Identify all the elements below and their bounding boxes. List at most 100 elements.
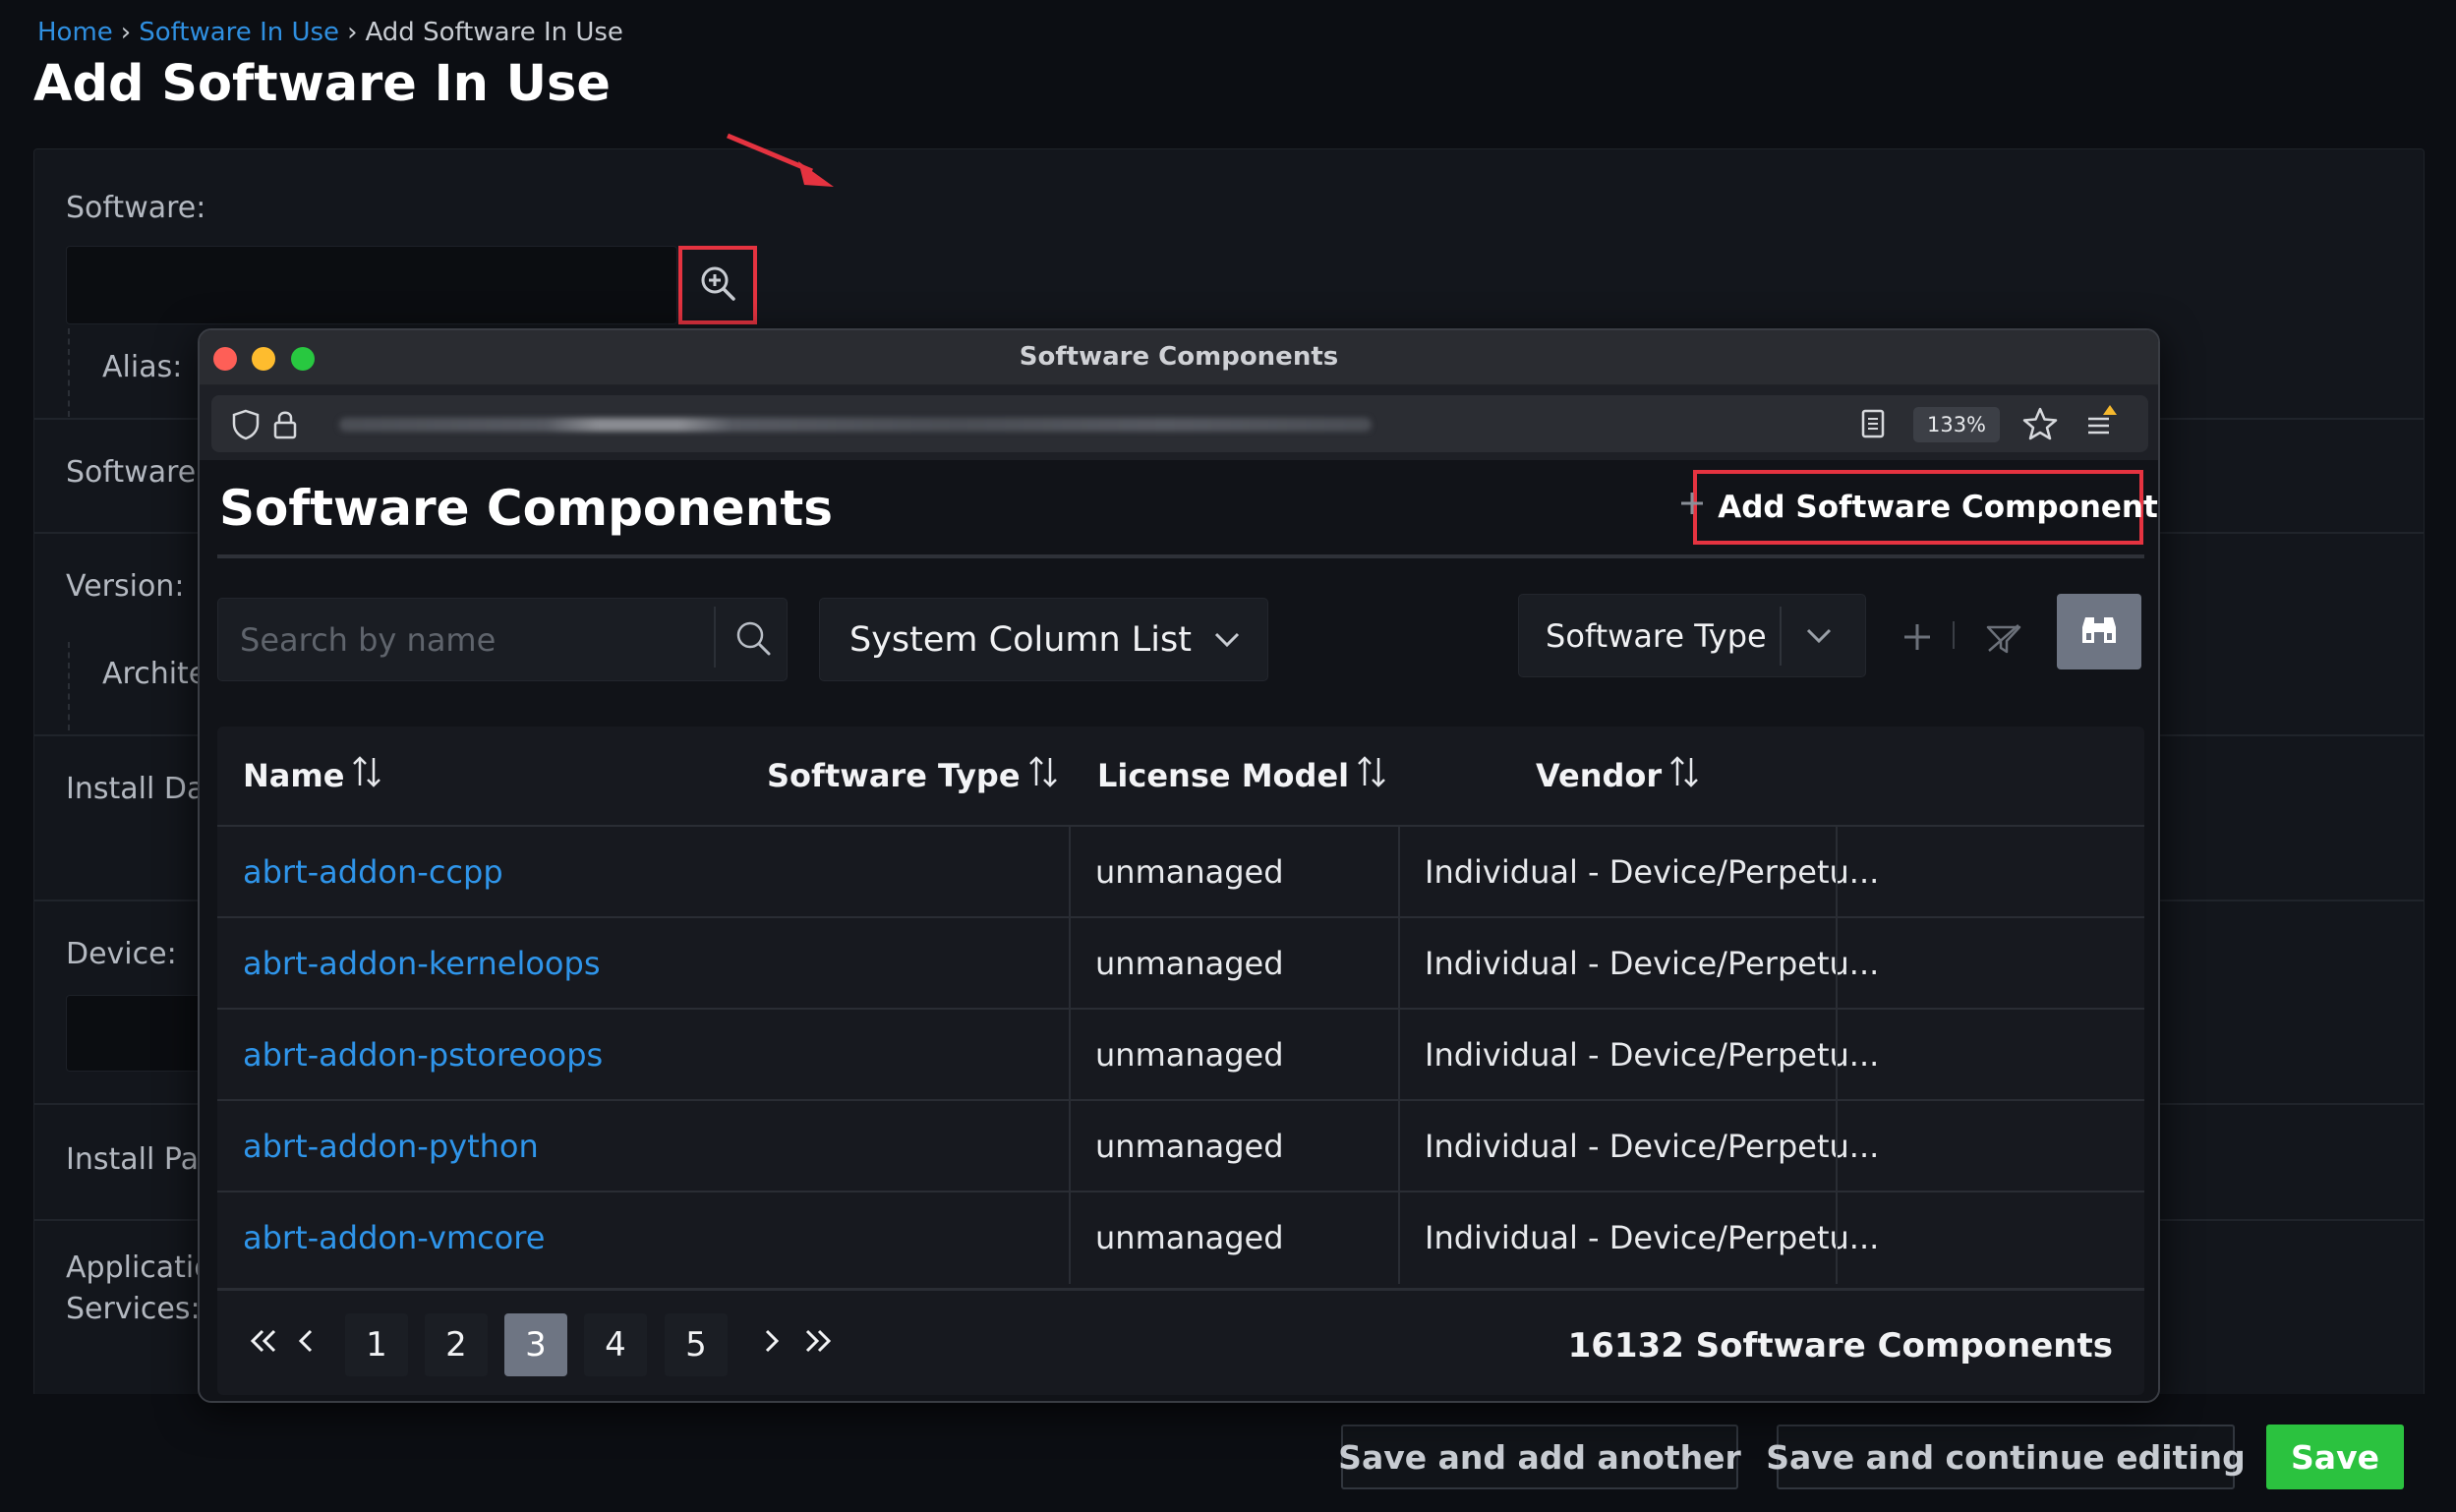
add-software-component-button[interactable]: Add Software Component xyxy=(1681,470,2158,545)
zoom-level-badge[interactable]: 133% xyxy=(1913,407,2000,442)
page-button[interactable]: 1 xyxy=(345,1313,408,1376)
software-type-filter[interactable]: Software Type xyxy=(1518,594,1866,677)
component-link[interactable]: abrt-addon-pstoreoops xyxy=(243,1036,603,1074)
sort-icon[interactable] xyxy=(1355,754,1388,797)
architecture-indent-line xyxy=(68,642,70,730)
column-header-name[interactable]: Name xyxy=(243,727,383,825)
component-link[interactable]: abrt-addon-kerneloops xyxy=(243,945,600,982)
save-and-continue-button[interactable]: Save and continue editing xyxy=(1766,1425,2246,1489)
bookmark-star-icon[interactable] xyxy=(2022,407,2058,440)
component-link[interactable]: abrt-addon-vmcore xyxy=(243,1219,545,1256)
software-secondary-label: Software xyxy=(66,455,197,490)
popup-content: Software Components Add Software Compone… xyxy=(200,460,2158,1401)
double-chevron-left-icon xyxy=(247,1325,280,1365)
search-icon xyxy=(733,618,773,662)
pointer-arrow-icon xyxy=(727,133,834,187)
address-bar[interactable]: 133% xyxy=(211,395,2148,452)
sort-icon[interactable] xyxy=(350,754,383,797)
page-title: Add Software In Use xyxy=(33,55,611,113)
pagination: 1 2 3 4 5 16132 Software Components xyxy=(217,1288,2144,1395)
prev-page-button[interactable] xyxy=(282,1313,331,1376)
name-cell: abrt-addon-ccpp xyxy=(217,827,503,916)
license-model-cell: Individual - Device/Perpetu... xyxy=(1425,1035,1880,1074)
software-components-popup: Software Components 133% Software Compon… xyxy=(198,328,2160,1403)
column-header-label: Name xyxy=(243,757,345,794)
chevron-down-icon xyxy=(1802,618,1836,660)
version-label: Version: xyxy=(66,569,185,604)
advanced-search-button[interactable] xyxy=(2057,594,2141,669)
architecture-label: Archite xyxy=(102,657,207,691)
component-link[interactable]: abrt-addon-python xyxy=(243,1128,539,1165)
add-filter-icon[interactable] xyxy=(1898,617,1937,657)
vendor-cell xyxy=(1837,1192,1862,1282)
page-button[interactable]: 5 xyxy=(665,1313,728,1376)
software-type-filter-label: Software Type xyxy=(1546,616,1767,655)
breadcrumb-parent-link[interactable]: Software In Use xyxy=(139,18,339,47)
vendor-cell xyxy=(1837,1010,1862,1099)
add-software-component-label: Add Software Component xyxy=(1718,490,2158,525)
software-label: Software: xyxy=(66,191,206,225)
software-type-cell: unmanaged xyxy=(1095,1035,1284,1074)
install-path-label: Install Pat xyxy=(66,1142,210,1177)
column-header-software-type[interactable]: Software Type xyxy=(767,727,1060,825)
next-page-button[interactable] xyxy=(746,1313,795,1376)
table-row: abrt-addon-python unmanaged Individual -… xyxy=(217,1099,2144,1192)
browser-toolbar: 133% xyxy=(200,385,2158,460)
window-titlebar: Software Components xyxy=(200,330,2158,385)
column-header-label: Vendor xyxy=(1536,757,1663,794)
application-services-label: Applicatio xyxy=(66,1250,212,1285)
lock-icon[interactable] xyxy=(272,409,298,440)
shield-icon[interactable] xyxy=(231,409,261,440)
alias-indent-line xyxy=(68,328,70,417)
binoculars-icon xyxy=(2079,613,2119,651)
license-model-cell: Individual - Device/Perpetu... xyxy=(1425,1218,1880,1256)
vendor-cell xyxy=(1837,918,1862,1008)
search-input[interactable] xyxy=(218,599,714,680)
table-row: abrt-addon-kerneloops unmanaged Individu… xyxy=(217,916,2144,1010)
page-button-current[interactable]: 3 xyxy=(504,1313,567,1376)
menu-icon[interactable] xyxy=(2085,403,2119,438)
software-input[interactable] xyxy=(66,246,677,324)
name-cell: abrt-addon-pstoreoops xyxy=(217,1010,603,1099)
name-cell: abrt-addon-kerneloops xyxy=(217,918,600,1008)
popup-heading: Software Components xyxy=(219,480,833,537)
name-cell: abrt-addon-python xyxy=(217,1101,539,1191)
total-count: 16132 Software Components xyxy=(1567,1326,2113,1366)
search-button[interactable] xyxy=(718,599,789,680)
page-button[interactable]: 4 xyxy=(584,1313,647,1376)
reader-view-icon[interactable] xyxy=(1860,408,1886,439)
table-row: abrt-addon-pstoreoops unmanaged Individu… xyxy=(217,1008,2144,1101)
column-header-vendor[interactable]: Vendor xyxy=(1536,727,1701,825)
name-cell: abrt-addon-vmcore xyxy=(217,1192,545,1282)
plus-icon xyxy=(1678,490,1706,525)
filter-divider xyxy=(1780,607,1782,666)
heading-divider xyxy=(217,554,2144,558)
breadcrumb-home-link[interactable]: Home xyxy=(37,18,113,47)
table-row: abrt-addon-vmcore unmanaged Individual -… xyxy=(217,1191,2144,1284)
license-model-cell: Individual - Device/Perpetu... xyxy=(1425,852,1880,891)
chevron-down-icon xyxy=(1210,622,1244,665)
chevron-right-icon xyxy=(760,1325,782,1365)
install-date-label: Install Dat xyxy=(66,772,217,806)
breadcrumb-current: Add Software In Use xyxy=(365,18,623,47)
sort-icon[interactable] xyxy=(1667,754,1701,797)
application-services-label-2: Services: xyxy=(66,1292,201,1326)
clear-filter-icon[interactable] xyxy=(1982,617,2025,661)
double-chevron-right-icon xyxy=(801,1325,835,1365)
save-and-add-another-button[interactable]: Save and add another xyxy=(1338,1425,1741,1489)
column-header-label: Software Type xyxy=(767,757,1021,794)
column-header-license-model[interactable]: License Model xyxy=(1097,727,1388,825)
save-button[interactable]: Save xyxy=(2266,1425,2404,1489)
device-label: Device: xyxy=(66,937,177,971)
page-button[interactable]: 2 xyxy=(425,1313,488,1376)
component-link[interactable]: abrt-addon-ccpp xyxy=(243,853,503,891)
sort-icon[interactable] xyxy=(1026,754,1060,797)
software-components-table: Name Software Type License Model Vendor … xyxy=(217,727,2144,1395)
first-page-button[interactable] xyxy=(239,1313,288,1376)
window-title: Software Components xyxy=(1019,342,1339,372)
software-lookup-button[interactable] xyxy=(678,246,757,324)
toolbar-separator xyxy=(1953,621,1955,649)
last-page-button[interactable] xyxy=(793,1313,843,1376)
column-list-select[interactable]: System Column List xyxy=(819,598,1268,681)
vendor-cell xyxy=(1837,1101,1862,1191)
